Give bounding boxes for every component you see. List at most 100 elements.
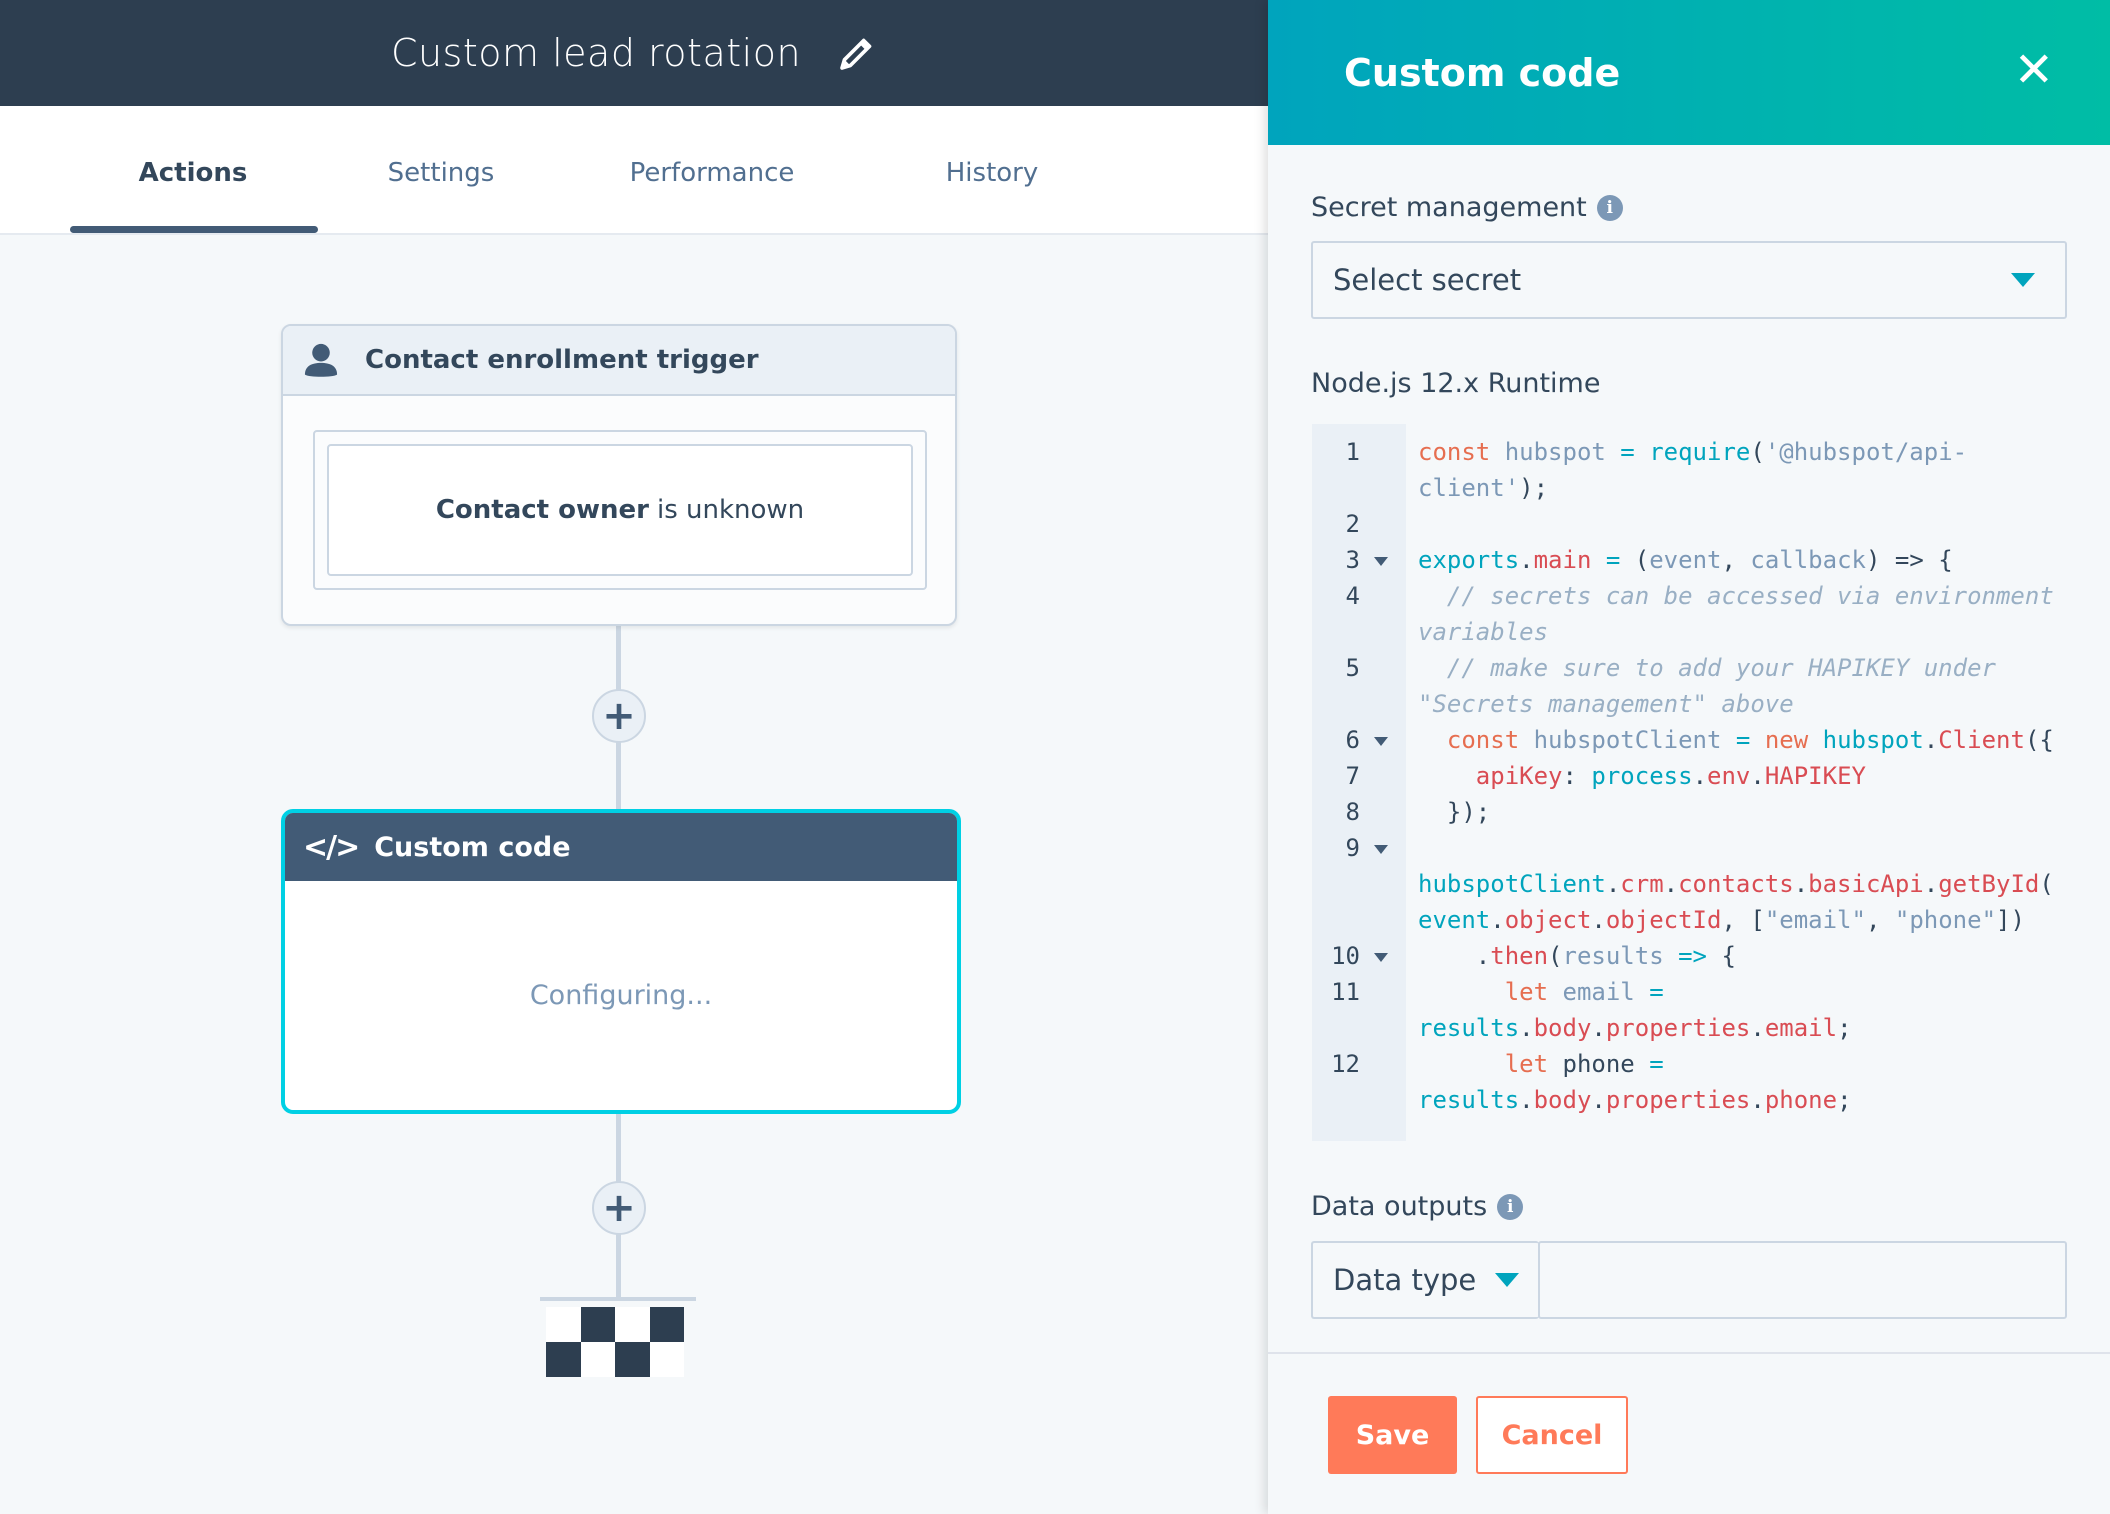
action-status: Configuring... — [529, 980, 713, 1011]
line-number-text: 9 — [1345, 834, 1360, 862]
code-token: hubspotClient — [1418, 870, 1606, 898]
tab-history[interactable]: History — [946, 158, 1039, 188]
code-token: let — [1504, 978, 1549, 1006]
line-number: 5 — [1312, 650, 1406, 722]
code-token: env — [1707, 762, 1751, 790]
tab-actions[interactable]: Actions — [139, 158, 248, 188]
data-outputs-label: Data outputs i — [1311, 1191, 1524, 1222]
code-line[interactable]: 8 }); — [1312, 794, 2068, 830]
code-token: results — [1418, 1086, 1520, 1114]
line-number: 1 — [1312, 434, 1406, 506]
cancel-button[interactable]: Cancel — [1476, 1396, 1628, 1474]
code-token: = — [1620, 438, 1635, 466]
line-number-text: 11 — [1331, 978, 1360, 1006]
custom-code-action-card[interactable]: </> Custom code Configuring... — [281, 809, 961, 1114]
code-token: , [ — [1721, 906, 1765, 934]
code-token: ( — [2039, 870, 2054, 898]
line-number: 11 — [1312, 974, 1406, 1046]
code-editor[interactable]: 1 const hubspot = require('@hubspot/api-c… — [1312, 424, 2068, 1141]
line-number-text: 4 — [1345, 582, 1360, 610]
info-icon[interactable]: i — [1497, 1193, 1524, 1220]
line-number: 2 — [1312, 506, 1406, 542]
code-token: . — [1519, 546, 1534, 574]
code-line[interactable]: 5 // make sure to add your HAPIKEY under… — [1312, 650, 2068, 722]
code-token: main — [1533, 546, 1592, 574]
add-action-button[interactable]: + — [592, 689, 646, 743]
code-token: apiKey — [1475, 762, 1563, 790]
close-icon[interactable]: ✕ — [2014, 42, 2054, 98]
code-token: = — [1735, 726, 1751, 754]
trigger-filter[interactable]: Contact owner is unknown — [327, 444, 913, 576]
code-text: let phone = results.body.properties.phon… — [1418, 1046, 2058, 1118]
code-line[interactable]: 12 let phone = results.body.properties.p… — [1312, 1046, 2068, 1118]
code-token: // make sure to add your HAPIKEY under "… — [1418, 654, 2011, 718]
line-number-text: 1 — [1345, 438, 1360, 466]
filter-property: Contact owner — [435, 495, 649, 525]
output-name-input[interactable] — [1538, 1241, 2067, 1319]
code-line[interactable]: 4 // secrets can be accessed via environ… — [1312, 578, 2068, 650]
trigger-title: Contact enrollment trigger — [365, 345, 759, 375]
pencil-icon[interactable] — [837, 33, 877, 73]
code-line[interactable]: 10 .then(results => { — [1312, 938, 2068, 974]
data-type-dropdown[interactable]: Data type — [1311, 1241, 1539, 1319]
save-button[interactable]: Save — [1328, 1396, 1457, 1474]
code-line[interactable]: 9 hubspotClient.crm.contacts.basicApi.ge… — [1312, 830, 2068, 938]
code-line[interactable]: 3 exports.main = (event, callback) => { — [1312, 542, 2068, 578]
code-token: properties — [1605, 1014, 1751, 1042]
code-token: email — [1548, 978, 1650, 1006]
code-token: , — [1721, 546, 1751, 574]
code-token: . — [1605, 870, 1621, 898]
end-line — [540, 1297, 696, 1301]
line-number: 9 — [1312, 830, 1406, 938]
code-text: const hubspot = require('@hubspot/api-cl… — [1418, 434, 2058, 506]
fold-arrow-icon[interactable] — [1374, 557, 1388, 566]
line-number-text: 10 — [1331, 942, 1360, 970]
code-token: process — [1591, 762, 1693, 790]
code-line[interactable]: 7 apiKey: process.env.HAPIKEY — [1312, 758, 2068, 794]
tab-performance[interactable]: Performance — [630, 158, 795, 188]
line-number: 12 — [1312, 1046, 1406, 1118]
code-line[interactable]: 6 const hubspotClient = new hubspot.Clie… — [1312, 722, 2068, 758]
fold-arrow-icon[interactable] — [1374, 953, 1388, 962]
code-token: . — [1591, 1014, 1606, 1042]
line-number: 10 — [1312, 938, 1406, 974]
code-token: getById — [1938, 870, 2040, 898]
select-secret-dropdown[interactable]: Select secret — [1311, 241, 2067, 319]
code-token: phone — [1764, 1086, 1838, 1114]
code-token: const — [1418, 438, 1491, 466]
code-token: ; — [1837, 1014, 1852, 1042]
enrollment-trigger-card[interactable]: Contact enrollment trigger Contact owner… — [281, 324, 957, 626]
code-token: properties — [1605, 1086, 1751, 1114]
code-text: // secrets can be accessed via environme… — [1418, 578, 2058, 650]
code-token: = — [1649, 978, 1664, 1006]
secret-label-text: Secret management — [1311, 192, 1587, 223]
filter-operator: is unknown — [656, 495, 805, 525]
code-token: . — [1490, 906, 1505, 934]
code-token: ) => { — [1865, 546, 1953, 574]
code-line[interactable]: 11 let email = results.body.properties.e… — [1312, 974, 2068, 1046]
fold-arrow-icon[interactable] — [1374, 737, 1388, 746]
active-tab-indicator — [70, 226, 318, 233]
code-token: const — [1446, 726, 1520, 754]
code-token: . — [1418, 942, 1491, 970]
code-token: // secrets can be accessed via environme… — [1418, 582, 2069, 646]
line-number-text: 7 — [1345, 762, 1360, 790]
code-text: apiKey: process.env.HAPIKEY — [1418, 758, 2058, 794]
code-line[interactable]: 1 const hubspot = require('@hubspot/api-c… — [1312, 434, 2068, 506]
info-icon[interactable]: i — [1596, 194, 1623, 221]
fold-arrow-icon[interactable] — [1374, 845, 1388, 854]
add-action-button[interactable]: + — [592, 1181, 646, 1235]
code-token: . — [1750, 1086, 1765, 1114]
line-number-text: 3 — [1345, 546, 1360, 574]
code-line[interactable]: 2 — [1312, 506, 2068, 542]
tab-settings[interactable]: Settings — [388, 158, 495, 188]
line-number: 4 — [1312, 578, 1406, 650]
workflow-title[interactable]: Custom lead rotation — [391, 31, 801, 75]
code-text: hubspotClient.crm.contacts.basicApi.getB… — [1418, 830, 2058, 938]
action-title: Custom code — [374, 831, 571, 863]
